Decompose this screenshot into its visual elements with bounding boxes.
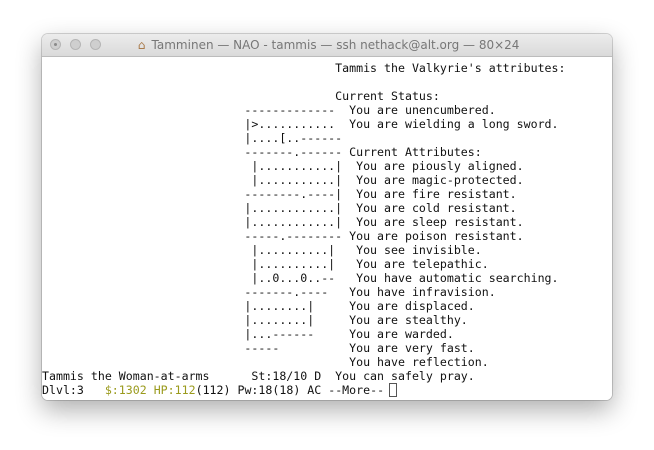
- terminal-line: ------------- You are unencumbered.: [42, 103, 496, 117]
- more-prompt[interactable]: --More--: [328, 383, 384, 397]
- terminal-line: ----- You are very fast.: [42, 341, 475, 355]
- terminal-line: |...........| You are magic-protected.: [42, 173, 524, 187]
- terminal-line: -------.---- You have infravision.: [42, 285, 496, 299]
- terminal-line: Tammis the Woman-at-arms St:18/10 D You …: [42, 369, 475, 383]
- terminal-line: |...------ You are warded.: [42, 327, 454, 341]
- terminal-line: |............| You are sleep resistant.: [42, 215, 524, 229]
- hp-counter: HP:112: [153, 383, 196, 397]
- terminal-line: You have reflection.: [42, 355, 489, 369]
- status-stats: (112) Pw:18(18) AC: [195, 383, 329, 397]
- terminal-line: |....[..------: [42, 131, 343, 145]
- terminal-window: ⌂ Tamminen — NAO - tammis — ssh nethack@a…: [42, 34, 612, 400]
- terminal-line: |..........| You see invisible.: [42, 243, 482, 257]
- terminal-screen[interactable]: Tammis the Valkyrie's attributes: Curren…: [42, 57, 612, 400]
- terminal-line: --------.----| You are fire resistant.: [42, 187, 517, 201]
- terminal-line: |...........| You are piously aligned.: [42, 159, 524, 173]
- window-title: ⌂ Tamminen — NAO - tammis — ssh nethack@a…: [42, 38, 612, 52]
- terminal-line: -------.------ Current Attributes:: [42, 145, 482, 159]
- terminal-line: |..........| You are telepathic.: [42, 257, 489, 271]
- dungeon-level: Dlvl:3: [42, 383, 105, 397]
- terminal-line: -----.-------- You are poison resistant.: [42, 229, 524, 243]
- terminal-line: Tammis the Valkyrie's attributes:: [42, 61, 566, 75]
- terminal-line: |..0...0..-- You have automatic searchin…: [42, 271, 559, 285]
- terminal-line: |........| You are stealthy.: [42, 313, 468, 327]
- terminal-line: |........| You are displaced.: [42, 299, 475, 313]
- window-title-text: Tamminen — NAO - tammis — ssh nethack@al…: [151, 38, 520, 52]
- text-cursor: [389, 383, 397, 397]
- terminal-line: |>........... You are wielding a long sw…: [42, 117, 559, 131]
- gold-counter: $:1302: [104, 383, 147, 397]
- terminal-line: |............| You are cold resistant.: [42, 201, 517, 215]
- title-bar[interactable]: ⌂ Tamminen — NAO - tammis — ssh nethack@a…: [42, 34, 612, 57]
- terminal-line: Current Status:: [42, 89, 440, 103]
- status-line: Dlvl:3 $:1302 HP:112(112) Pw:18(18) AC -…: [42, 383, 384, 397]
- home-folder-icon: ⌂: [137, 38, 146, 52]
